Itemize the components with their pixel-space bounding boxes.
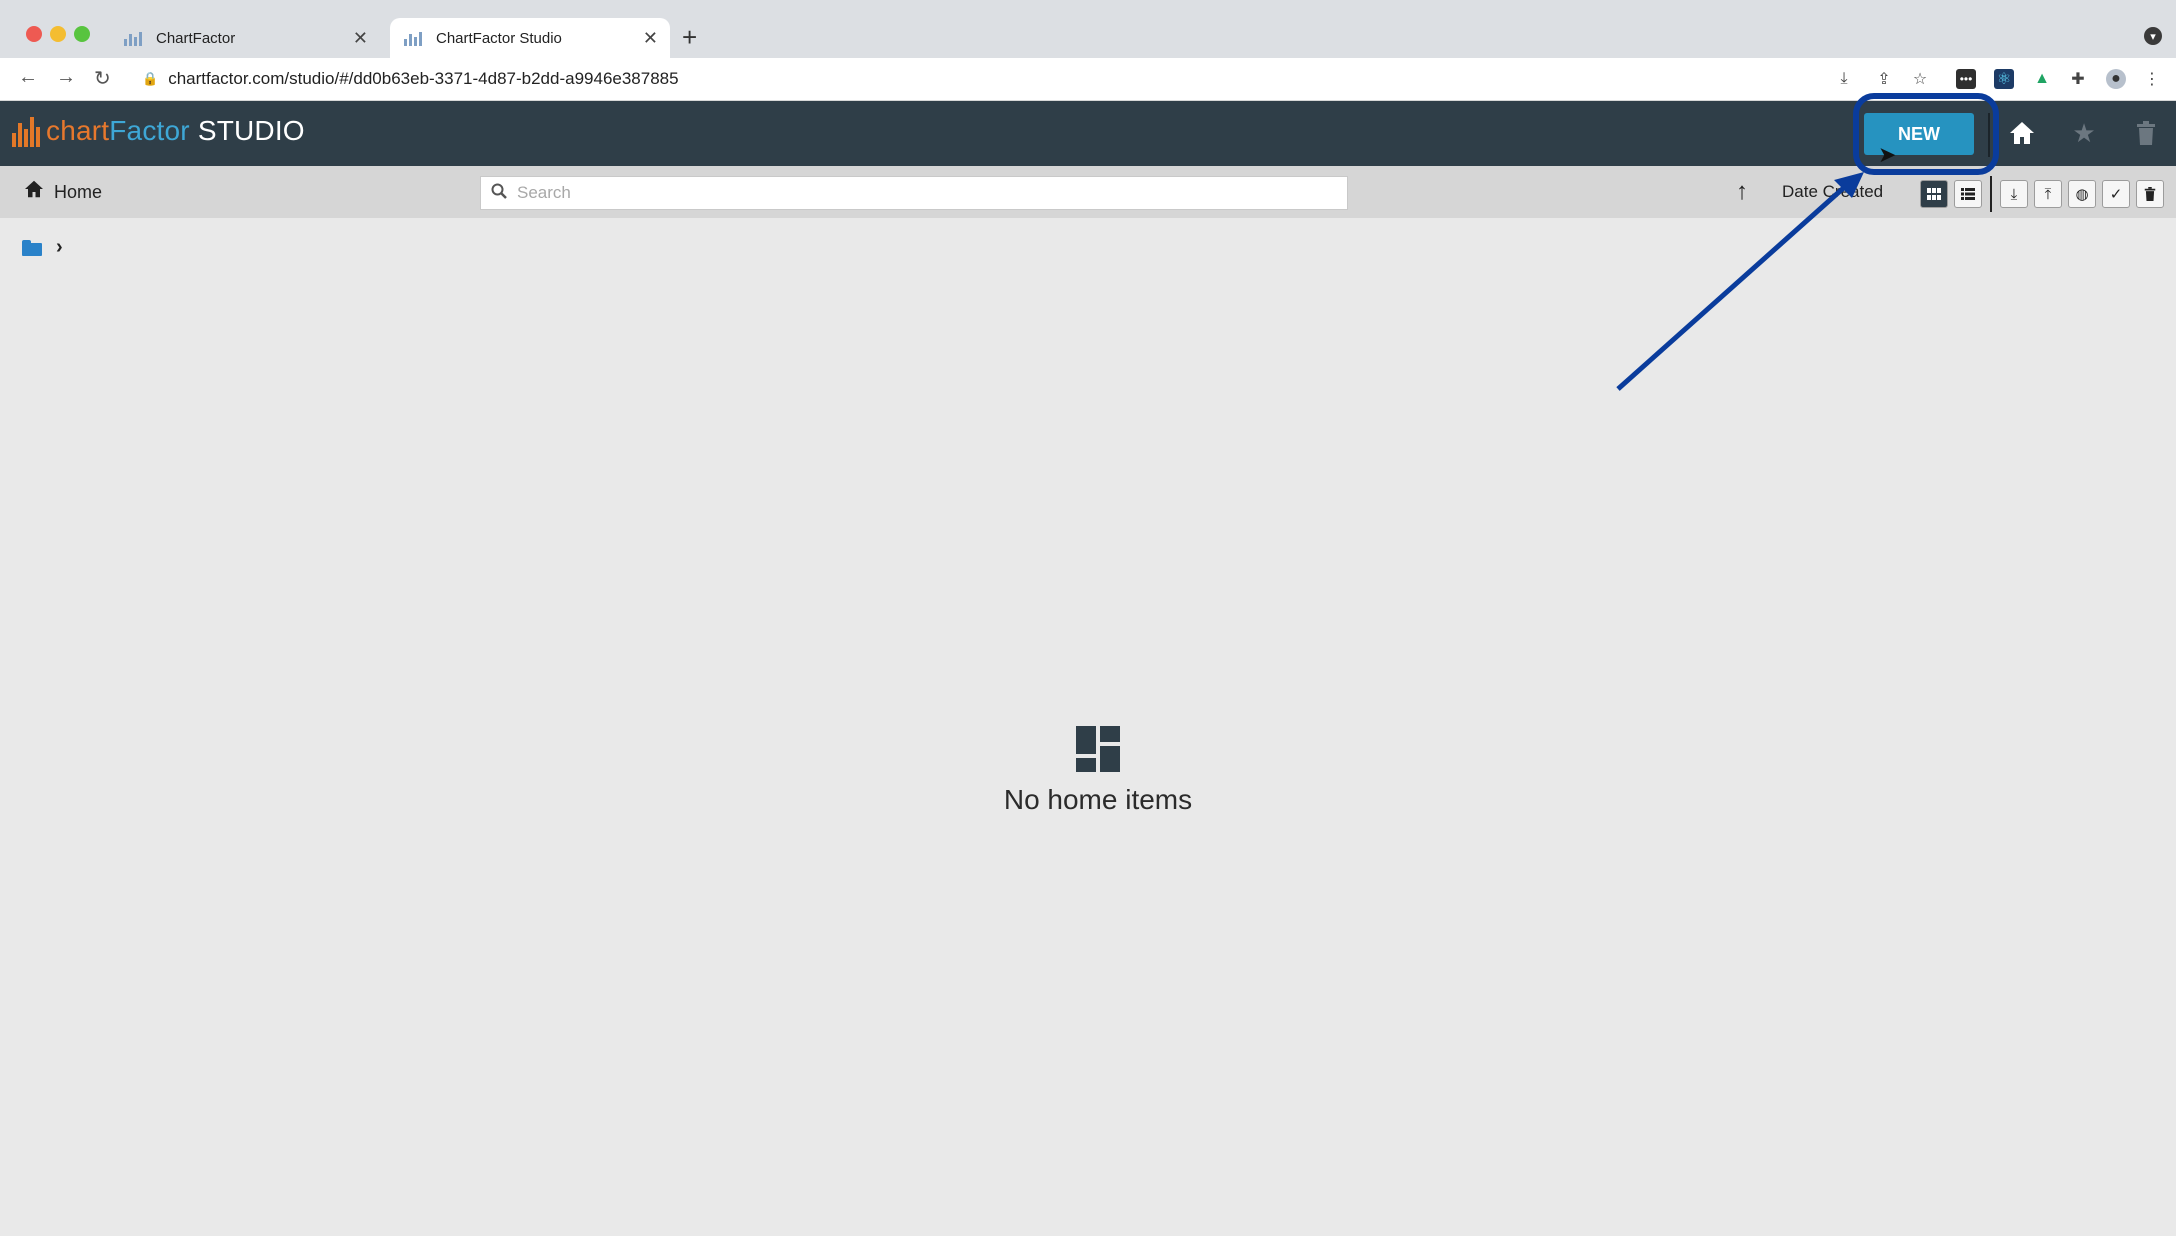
empty-state: No home items: [900, 726, 1296, 816]
search-input[interactable]: [515, 182, 1319, 204]
studio-toolbar: Home ↑ Date Created ⤓ ⤒ ◍ ✓: [0, 166, 2176, 218]
dashboard-icon: [1076, 726, 1120, 772]
google-drive-icon[interactable]: ▲: [2032, 69, 2052, 89]
home-label: Home: [54, 181, 103, 202]
upload-icon[interactable]: ⤒: [2034, 180, 2062, 208]
share-icon[interactable]: ⇪: [1874, 69, 1894, 89]
search-box: [480, 176, 1348, 210]
folder-breadcrumb: ›: [22, 236, 63, 259]
forward-arrow-icon[interactable]: →: [56, 66, 76, 89]
logo-text-factor: Factor: [109, 115, 190, 146]
delete-trash-icon[interactable]: [2136, 180, 2164, 208]
home-breadcrumb-link[interactable]: Home: [24, 180, 102, 204]
download-icon[interactable]: ⤓: [2000, 180, 2028, 208]
address-bar: ← → ↻ 🔒 chartfactor.com/studio/#/dd0b63e…: [0, 58, 2176, 101]
password-manager-icon[interactable]: •••: [1956, 69, 1976, 89]
browser-window: ChartFactor ✕ ChartFactor Studio ✕ + ▾ ←…: [0, 0, 2176, 1236]
select-check-icon[interactable]: ✓: [2102, 180, 2130, 208]
tab-title: ChartFactor: [156, 29, 236, 47]
reload-icon[interactable]: ↻: [94, 66, 111, 91]
search-icon: [491, 183, 507, 204]
globe-icon[interactable]: ◍: [2068, 180, 2096, 208]
browser-tab-chartfactor-studio[interactable]: ChartFactor Studio ✕: [390, 18, 670, 58]
logo-text-studio: STUDIO: [197, 115, 305, 146]
new-tab-plus-icon[interactable]: +: [682, 22, 697, 53]
empty-state-message: No home items: [1003, 784, 1193, 815]
chartfactor-studio-logo[interactable]: chartFactor STUDIO: [12, 115, 305, 147]
trash-icon[interactable]: [2128, 115, 2164, 151]
logo-bars-icon: [12, 115, 40, 147]
browser-tab-chartfactor[interactable]: ChartFactor ✕: [110, 18, 380, 58]
home-icon: [24, 180, 44, 204]
app-header: chartFactor STUDIO NEW ★: [0, 101, 2176, 166]
tab-title: ChartFactor Studio: [436, 29, 562, 47]
url-text: chartfactor.com/studio/#/dd0b63eb-3371-4…: [168, 69, 679, 88]
react-devtools-icon[interactable]: ⚛: [1994, 69, 2014, 89]
favorites-star-icon[interactable]: ★: [2066, 115, 2102, 151]
tab-strip: ChartFactor ✕ ChartFactor Studio ✕ + ▾: [0, 0, 2176, 58]
close-tab-icon[interactable]: ✕: [643, 28, 658, 49]
maximize-window-button[interactable]: [74, 26, 90, 42]
chartfactor-favicon-icon: [404, 30, 422, 46]
mouse-pointer-icon: ➤: [1878, 142, 1897, 167]
close-window-button[interactable]: [26, 26, 42, 42]
extensions-puzzle-icon[interactable]: ✚: [2068, 69, 2088, 89]
browser-menu-icon[interactable]: ⋮: [2142, 69, 2162, 89]
tab-search-chevron-icon[interactable]: ▾: [2144, 27, 2162, 45]
minimize-window-button[interactable]: [50, 26, 66, 42]
sort-direction-arrow-icon[interactable]: ↑: [1736, 178, 1748, 206]
back-arrow-icon[interactable]: ←: [18, 66, 38, 89]
chevron-right-icon[interactable]: ›: [56, 236, 63, 259]
logo-text-chart: chart: [46, 115, 110, 146]
sort-field-label[interactable]: Date Created: [1782, 182, 1883, 202]
url-field[interactable]: 🔒 chartfactor.com/studio/#/dd0b63eb-3371…: [130, 64, 1810, 94]
header-divider: [1988, 113, 1990, 157]
profile-avatar[interactable]: ●: [2106, 69, 2126, 89]
lock-icon: 🔒: [142, 71, 159, 86]
bookmark-star-icon[interactable]: ☆: [1910, 69, 1930, 89]
install-app-icon[interactable]: ⤓: [1834, 69, 1854, 89]
list-view-button[interactable]: [1954, 180, 1982, 208]
folder-icon[interactable]: [22, 239, 42, 256]
chartfactor-favicon-icon: [124, 30, 142, 46]
toolbar-divider: [1990, 176, 1992, 212]
close-tab-icon[interactable]: ✕: [353, 28, 368, 49]
grid-view-button[interactable]: [1920, 180, 1948, 208]
home-icon[interactable]: [2004, 115, 2040, 151]
